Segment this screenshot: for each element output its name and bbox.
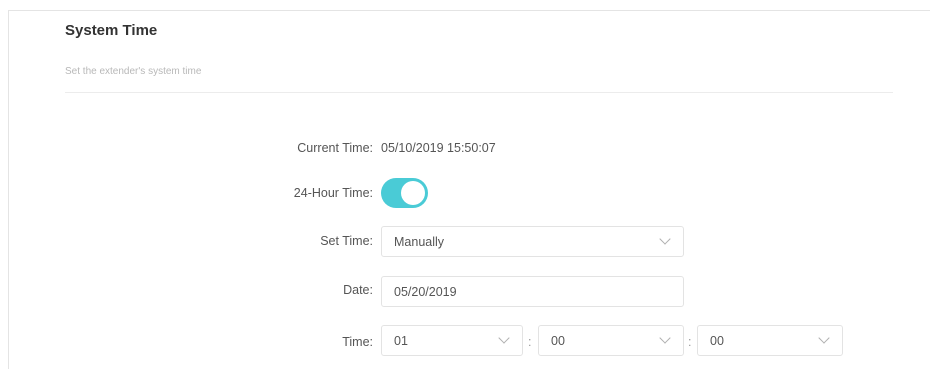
- set-time-value: Manually: [394, 234, 445, 249]
- minute-select[interactable]: 00: [538, 325, 684, 356]
- hour-select[interactable]: 01: [381, 325, 523, 356]
- current-time-label: Current Time:: [297, 141, 373, 155]
- time-label: Time:: [342, 335, 373, 349]
- hour-value: 01: [394, 333, 408, 348]
- chevron-down-icon: [818, 332, 830, 344]
- system-time-card: [8, 10, 930, 369]
- hour24-label: 24-Hour Time:: [293, 186, 373, 200]
- section-title: System Time: [65, 22, 158, 39]
- time-separator: :: [528, 335, 532, 349]
- date-label: Date:: [343, 283, 373, 297]
- second-value: 00: [710, 333, 724, 348]
- section-subtitle: Set the extender's system time: [65, 66, 202, 77]
- chevron-down-icon: [498, 332, 510, 344]
- toggle-knob: [401, 181, 425, 205]
- current-time-value: 05/10/2019 15:50:07: [381, 141, 496, 155]
- chevron-down-icon: [659, 332, 671, 344]
- chevron-down-icon: [659, 233, 671, 245]
- date-input[interactable]: 05/20/2019: [381, 276, 684, 307]
- second-select[interactable]: 00: [697, 325, 843, 356]
- set-time-label: Set Time:: [320, 234, 373, 248]
- date-value: 05/20/2019: [394, 284, 457, 299]
- section-divider: [65, 92, 893, 93]
- set-time-select[interactable]: Manually: [381, 226, 684, 257]
- minute-value: 00: [551, 333, 565, 348]
- time-separator: :: [688, 335, 692, 349]
- hour24-toggle[interactable]: [381, 178, 428, 208]
